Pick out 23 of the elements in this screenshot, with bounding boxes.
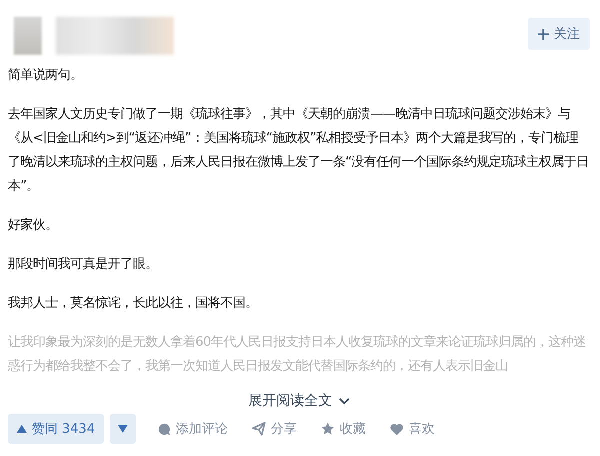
comment-button[interactable]: 添加评论 bbox=[158, 420, 228, 438]
follow-button[interactable]: 关注 bbox=[528, 18, 590, 50]
up-triangle-icon bbox=[17, 425, 27, 433]
paragraph: 我邦人士，莫名惊诧，长此以往，国将不国。 bbox=[8, 295, 259, 313]
plus-icon bbox=[538, 28, 549, 40]
paragraph: 好家伙。 bbox=[8, 217, 59, 235]
heart-icon bbox=[390, 422, 404, 436]
star-icon bbox=[321, 422, 336, 436]
chevron-down-icon bbox=[338, 398, 350, 404]
expand-full-text-link[interactable]: 展开阅读全文 bbox=[248, 392, 350, 410]
like-button[interactable]: 喜欢 bbox=[390, 420, 436, 438]
paragraph: 那段时间我可真是开了眼。 bbox=[8, 256, 159, 274]
share-button[interactable]: 分享 bbox=[252, 420, 298, 438]
upvote-button[interactable]: 赞同 3434 bbox=[8, 414, 104, 444]
collect-button[interactable]: 收藏 bbox=[321, 420, 366, 438]
downvote-button[interactable] bbox=[110, 414, 136, 444]
paper-plane-icon bbox=[252, 422, 266, 436]
comment-icon bbox=[158, 422, 172, 436]
down-triangle-icon bbox=[118, 425, 128, 433]
blurred-avatar bbox=[14, 17, 42, 55]
faded-paragraph: 让我印象最为深刻的是无数人拿着60年代人民日报支持日本人收复琉球的文章来论证琉球归属的，这种迷惑行为都给我整不会了，我第一次知道人民日报发文能代替国际条约的，还有人表示旧金山 bbox=[8, 334, 588, 376]
paragraph: 简单说两句。 bbox=[8, 67, 84, 85]
paragraph: 去年国家人文历史专门做了一期《琉球往事》，其中《天朝的崩溃——晚清中日琉球问题交涉始末》与《从<旧金山和约>到“返还冲绳”：美国将琉球“施政权”私相授受予日本》两个大篇是我写的，专门梳理了晚清以来琉球的主权问题，后来人民日报在微博上发了一条“没有任何一个国际条约规定琉球主权属于日本”。 bbox=[8, 106, 590, 196]
